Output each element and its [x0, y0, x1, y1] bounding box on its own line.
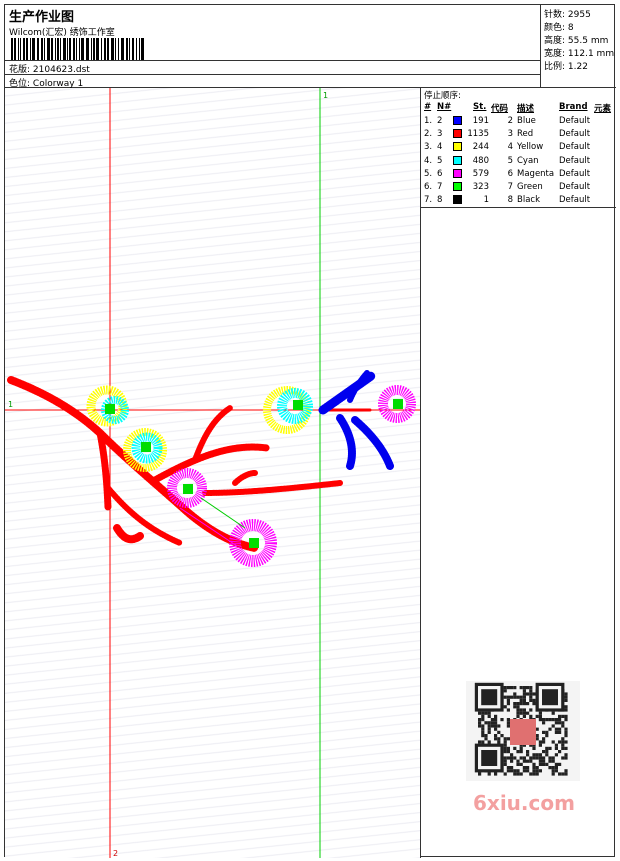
row-code: 4: [507, 142, 513, 153]
row-brand: Default: [559, 129, 591, 140]
divider: [5, 60, 541, 61]
row-stitches: 480: [472, 155, 489, 166]
barcode: [11, 38, 144, 60]
color-swatch: [453, 142, 462, 152]
blue-leaves: [318, 370, 394, 470]
row-description: Cyan: [517, 155, 539, 166]
color-swatch: [453, 168, 462, 178]
design-scale: 比例: 1.22: [544, 59, 588, 72]
row-description: Yellow: [517, 142, 544, 153]
stitch-count-value: 2955: [567, 10, 591, 20]
color-count-label: 颜色:: [544, 23, 566, 33]
row-description: Magenta: [517, 168, 555, 179]
row-code: 5: [507, 155, 513, 166]
sheet-title: 生产作业图: [9, 10, 75, 25]
row-description: Blue: [517, 116, 536, 126]
stats-panel: 针数: 2955 颜色: 8 高度: 55.5 mm 宽度: 112.1 mm …: [541, 5, 616, 88]
height-label: 高度:: [544, 36, 566, 46]
vertical-red-guide-label: 2: [113, 849, 118, 858]
row-num: 4.: [424, 155, 433, 166]
table-row: 4. 5 480 5 Cyan Default: [421, 155, 616, 169]
row-stitches: 244: [472, 142, 489, 153]
row-num: 3.: [424, 142, 433, 153]
row-needle: 8: [437, 195, 443, 206]
row-code: 2: [507, 116, 513, 126]
row-code: 6: [507, 168, 513, 179]
height-value: 55.5 mm: [567, 36, 609, 46]
table-row: 7. 8 1 8 Black Default: [421, 195, 616, 208]
width-value: 112.1 mm: [567, 49, 615, 59]
table-row: 2. 3 1135 3 Red Default: [421, 129, 616, 142]
scale-value: 1.22: [567, 62, 588, 72]
header-panel: 生产作业图 Wilcom(汇宏) 绣饰工作室 花版: 2104623.dst 色…: [5, 5, 541, 89]
stop-sequence-title: 停止顺序:: [424, 91, 461, 101]
design-width: 宽度: 112.1 mm: [544, 46, 614, 59]
color-count: 颜色: 8: [544, 20, 574, 33]
design-canvas: 1 1 2: [5, 88, 421, 858]
row-brand: Default: [559, 116, 591, 126]
color-count-value: 8: [567, 23, 574, 33]
vertical-green-guide-label: 1: [323, 91, 328, 100]
watermark-text: 6xiu.com: [473, 791, 575, 815]
row-brand: Default: [559, 155, 591, 166]
stitch-count-label: 针数:: [544, 10, 566, 20]
col-header-num: #: [424, 102, 432, 112]
col-header-code: 代码: [491, 104, 509, 114]
row-needle: 6: [437, 168, 443, 179]
col-header-n: N#: [437, 102, 452, 112]
row-num: 7.: [424, 195, 433, 206]
row-code: 7: [507, 182, 513, 192]
color-swatch: [453, 129, 462, 139]
color-swatch: [453, 195, 462, 205]
design-height: 高度: 55.5 mm: [544, 33, 608, 46]
col-header-brand: Brand: [559, 102, 588, 112]
row-num: 6.: [424, 182, 433, 192]
col-header-st: St.: [473, 102, 487, 112]
production-sheet: 生产作业图 Wilcom(汇宏) 绣饰工作室 花版: 2104623.dst 色…: [4, 4, 616, 858]
row-stitches: 1135: [467, 129, 489, 140]
color-swatch: [453, 116, 462, 125]
row-stitches: 323: [472, 182, 489, 192]
row-description: Red: [517, 129, 534, 140]
col-header-element: 元素: [594, 104, 612, 114]
table-row: 3. 4 244 4 Yellow Default: [421, 142, 616, 155]
row-description: Green: [517, 182, 543, 192]
row-brand: Default: [559, 182, 591, 192]
row-stitches: 1: [483, 195, 489, 206]
qr-code: [466, 681, 580, 781]
table-row: 5. 6 579 6 Magenta Default: [421, 168, 616, 182]
row-code: 8: [507, 195, 513, 206]
row-num: 5.: [424, 168, 433, 179]
row-needle: 3: [437, 129, 443, 140]
embroidery-design: 1 1 2: [5, 88, 420, 858]
row-brand: Default: [559, 168, 591, 179]
scale-label: 比例:: [544, 62, 566, 72]
row-stitches: 191: [472, 116, 489, 126]
row-num: 1.: [424, 116, 433, 126]
table-row: 6. 7 323 7 Green Default: [421, 182, 616, 195]
row-num: 2.: [424, 129, 433, 140]
studio-name: Wilcom(汇宏) 绣饰工作室: [9, 28, 115, 38]
row-needle: 7: [437, 182, 443, 192]
row-needle: 4: [437, 142, 443, 153]
row-needle: 5: [437, 155, 443, 166]
color-swatch: [453, 182, 462, 191]
row-description: Black: [517, 195, 540, 206]
divider: [5, 74, 541, 75]
row-code: 3: [507, 129, 513, 140]
horizontal-guide-label: 1: [8, 400, 13, 409]
row-brand: Default: [559, 195, 591, 206]
stitch-count: 针数: 2955: [544, 7, 591, 20]
width-label: 宽度:: [544, 49, 566, 59]
row-needle: 2: [437, 116, 443, 126]
red-branches: [7, 376, 372, 552]
stop-sequence-panel: 停止顺序: # N# St. 代码 描述 Brand 元素 1. 2 191 2 Blu…: [421, 88, 616, 208]
row-stitches: 579: [472, 168, 489, 179]
color-swatch: [453, 155, 462, 165]
col-header-desc: 描述: [517, 104, 535, 114]
row-brand: Default: [559, 142, 591, 153]
table-row: 1. 2 191 2 Blue Default: [421, 116, 616, 129]
